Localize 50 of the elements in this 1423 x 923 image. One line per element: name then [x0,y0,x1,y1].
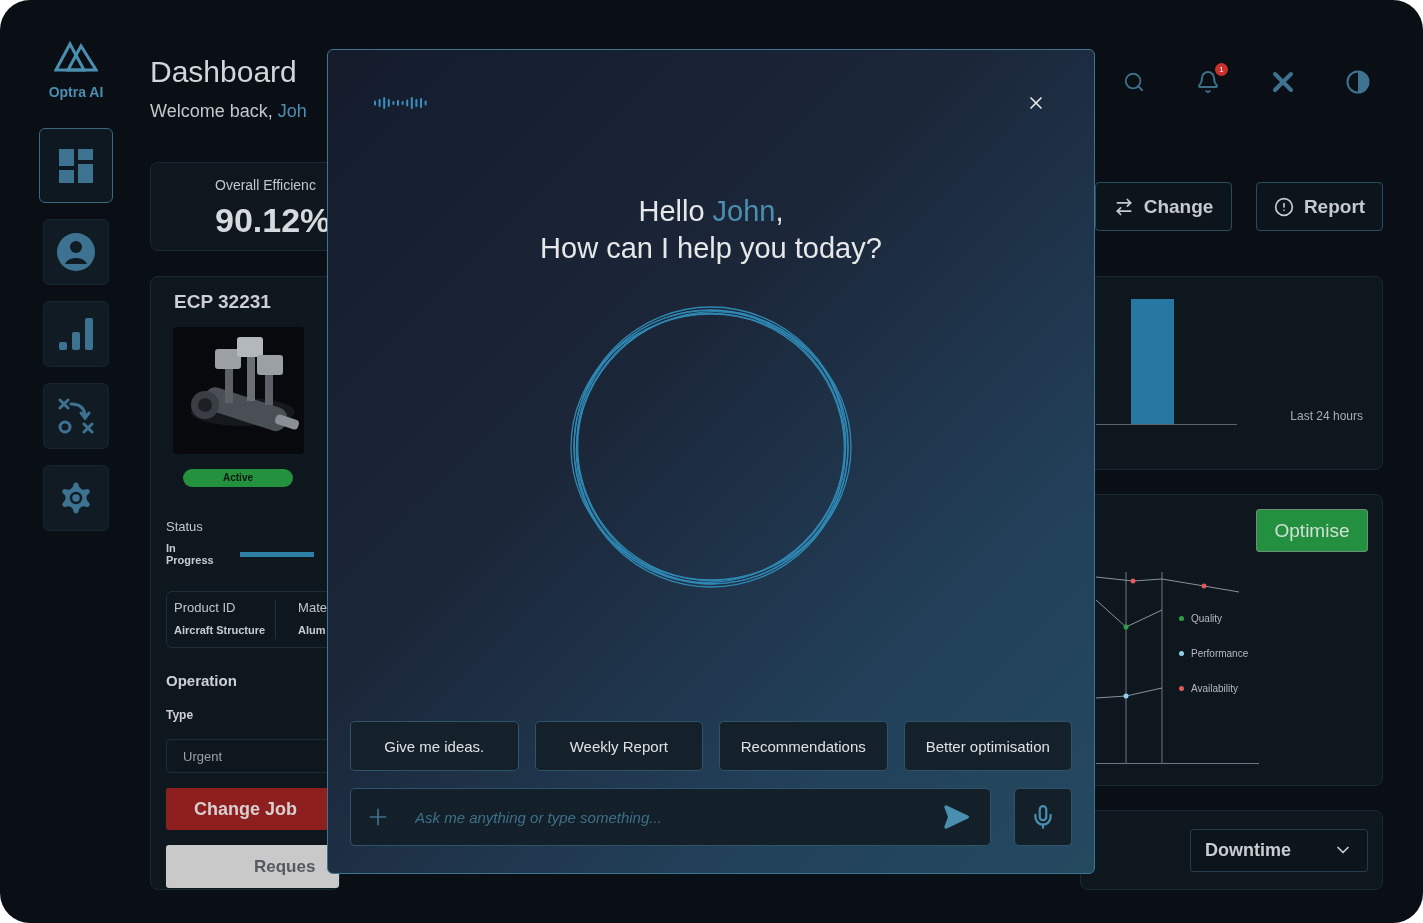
logo-text: Optra AI [48,84,104,100]
welcome-text: Welcome back, Joh [150,101,308,122]
detail-label: Product ID [174,600,237,615]
field-label: Type [166,708,195,722]
detail-value: Alum [298,624,327,636]
suggestion-chip[interactable]: Give me ideas. [350,721,519,771]
legend-label: Quality [1191,613,1223,624]
suggestion-chip[interactable]: Weekly Report [534,721,703,771]
legend-label: Availability [1191,683,1239,694]
message-field[interactable]: Ask me anything or type something... [350,788,991,846]
legend-label: Performance [1191,648,1249,659]
contrast-icon[interactable] [1346,70,1370,94]
bell-icon[interactable] [1196,70,1220,94]
status-value: In Progress [166,542,214,566]
alert-icon [1273,196,1294,217]
strategy-icon [57,397,95,435]
page-title: Dashboard [150,55,298,89]
status-badge: Active [183,469,293,487]
status-label: Status [166,519,204,534]
efficiency-label: Overall Efficienc [215,177,317,193]
metric-select[interactable]: Downtime [1190,828,1368,872]
waveform-icon [373,95,429,111]
message-input[interactable]: Ask me anything or type something... [413,807,942,827]
dashboard-icon [59,148,93,183]
chart-caption: Last 24 hours [1290,409,1363,423]
greeting-text: Hello John, [637,194,785,229]
nav-button[interactable] [43,219,109,285]
microphone-button[interactable] [1014,788,1072,846]
nav-button[interactable] [39,128,113,203]
section-title: Operation [166,672,238,689]
user-icon [57,233,95,271]
request-button[interactable]: Reques [166,845,339,888]
machine-title: ECP 32231 [174,291,272,313]
nav-button[interactable] [43,383,109,449]
report-button[interactable]: Report [1256,182,1383,231]
suggestion-chip[interactable]: Better optimisation [903,721,1072,771]
notification-badge: 1 [1215,63,1228,76]
logo-icon [54,40,98,72]
greeting-question: How can I help you today? [539,231,883,266]
nav-button[interactable] [43,301,109,367]
search-icon[interactable] [1123,71,1145,93]
detail-label: Mate [298,600,327,615]
change-button[interactable]: Change [1095,182,1232,231]
suggestion-chip[interactable]: Recommendations [719,721,888,771]
send-button[interactable] [942,803,970,831]
detail-value: Aircraft Structure [174,624,266,636]
bar-chart-icon [59,318,93,350]
send-icon [942,803,970,831]
efficiency-value: 90.12% [215,201,332,240]
nav-button[interactable] [43,465,109,531]
